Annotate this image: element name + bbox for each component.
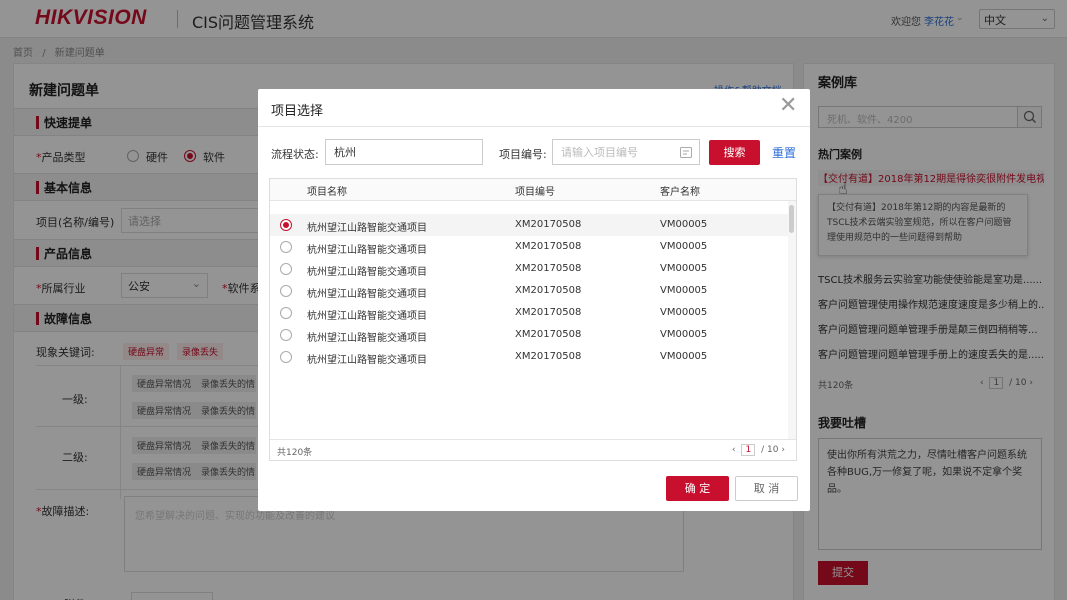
table-total: 共120条	[277, 448, 313, 458]
row-radio[interactable]	[280, 219, 292, 231]
table-pager: ‹ 1 / 10 ›	[732, 444, 785, 456]
project-name-cell: 杭州望江山路智能交通项目	[307, 289, 427, 300]
table-row[interactable]: 杭州望江山路智能交通项目 XM20170508 VM00005	[270, 236, 788, 258]
project-select-modal: 项目选择 ✕ 流程状态: 杭州 项目编号: 请输入项目编号 搜索 重置 项目名称…	[258, 89, 810, 511]
column-header: 客户名称	[660, 187, 700, 198]
row-radio[interactable]	[280, 285, 292, 297]
customer-cell: VM00005	[660, 219, 708, 230]
status-label: 流程状态:	[271, 148, 319, 161]
page-count: / 10	[761, 445, 779, 455]
scrollbar-track[interactable]	[788, 201, 796, 439]
prev-page-icon[interactable]: ‹	[732, 445, 736, 455]
close-icon[interactable]: ✕	[779, 95, 797, 117]
code-placeholder: 请输入项目编号	[561, 146, 638, 159]
project-code-cell: XM20170508	[515, 307, 582, 318]
table-row[interactable]: 杭州望江山路智能交通项目 XM20170508 VM00005	[270, 302, 788, 324]
column-header: 项目编号	[515, 187, 555, 198]
customer-cell: VM00005	[660, 285, 708, 296]
table-row[interactable]: 杭州望江山路智能交通项目 XM20170508 VM00005	[270, 214, 788, 236]
project-code-cell: XM20170508	[515, 285, 582, 296]
project-name-cell: 杭州望江山路智能交通项目	[307, 355, 427, 366]
modal-search-button[interactable]: 搜索	[709, 140, 760, 165]
cancel-button[interactable]: 取 消	[735, 476, 798, 501]
table-header: 项目名称 项目编号 客户名称	[270, 179, 796, 201]
project-code-cell: XM20170508	[515, 329, 582, 340]
project-code-cell: XM20170508	[515, 351, 582, 362]
table-row[interactable]: 杭州望江山路智能交通项目 XM20170508 VM00005	[270, 324, 788, 346]
scrollbar-thumb[interactable]	[789, 205, 794, 233]
table-row[interactable]: 杭州望江山路智能交通项目 XM20170508 VM00005	[270, 280, 788, 302]
project-name-cell: 杭州望江山路智能交通项目	[307, 333, 427, 344]
customer-cell: VM00005	[660, 241, 708, 252]
row-radio[interactable]	[280, 351, 292, 363]
table-footer: 共120条 ‹ 1 / 10 ›	[270, 439, 796, 461]
customer-cell: VM00005	[660, 351, 708, 362]
project-table: 项目名称 项目编号 客户名称 杭州望江山路智能交通项目 XM20170508 VM0…	[269, 178, 797, 461]
confirm-button[interactable]: 确 定	[666, 476, 729, 501]
divider	[258, 126, 810, 127]
table-row[interactable]: 杭州望江山路智能交通项目 XM20170508 VM00005	[270, 258, 788, 280]
project-name-cell: 杭州望江山路智能交通项目	[307, 267, 427, 278]
modal-title: 项目选择	[271, 104, 324, 119]
code-input[interactable]: 请输入项目编号	[552, 139, 700, 165]
modal-reset-link[interactable]: 重置	[772, 144, 796, 161]
project-name-cell: 杭州望江山路智能交通项目	[307, 223, 427, 234]
code-label: 项目编号:	[499, 148, 547, 161]
keyboard-icon	[680, 147, 692, 158]
customer-cell: VM00005	[660, 329, 708, 340]
column-header: 项目名称	[307, 187, 347, 198]
project-code-cell: XM20170508	[515, 219, 582, 230]
page-input[interactable]: 1	[741, 444, 756, 456]
next-page-icon[interactable]: ›	[781, 445, 785, 455]
project-code-cell: XM20170508	[515, 263, 582, 274]
table-row[interactable]: 杭州望江山路智能交通项目 XM20170508 VM00005	[270, 346, 788, 368]
row-radio[interactable]	[280, 241, 292, 253]
project-name-cell: 杭州望江山路智能交通项目	[307, 245, 427, 256]
row-radio[interactable]	[280, 329, 292, 341]
row-radio[interactable]	[280, 307, 292, 319]
customer-cell: VM00005	[660, 263, 708, 274]
customer-cell: VM00005	[660, 307, 708, 318]
status-input[interactable]: 杭州	[325, 139, 483, 165]
project-name-cell: 杭州望江山路智能交通项目	[307, 311, 427, 322]
project-code-cell: XM20170508	[515, 241, 582, 252]
row-radio[interactable]	[280, 263, 292, 275]
